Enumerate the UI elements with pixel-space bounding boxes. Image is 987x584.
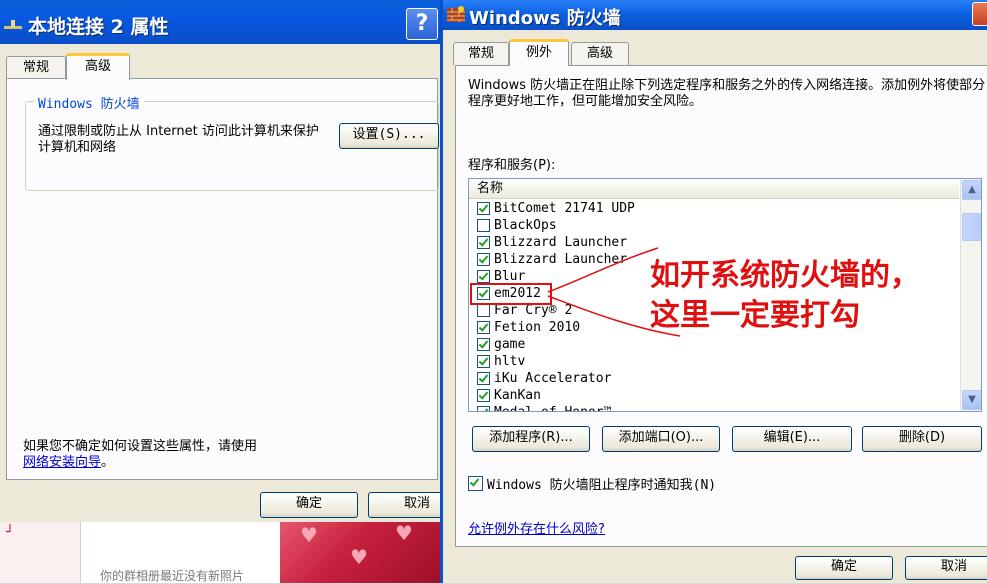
hint-text: 如果您不确定如何设置这些属性，请使用 网络安装向导。 xyxy=(23,439,257,471)
delete-button[interactable]: 删除(D) xyxy=(862,426,982,452)
program-checkbox[interactable] xyxy=(477,355,490,368)
hint-label: 如果您不确定如何设置这些属性，请使用 xyxy=(23,439,258,454)
tab-exceptions[interactable]: 例外 xyxy=(509,39,569,66)
heart-icon: ♥ xyxy=(395,521,413,545)
program-checkbox[interactable] xyxy=(477,321,490,334)
notify-label: Windows 防火墙阻止程序时通知我(N) xyxy=(487,478,717,493)
connection-properties-window: 本地连接 2 属性 ? 常规 高级 Windows 防火墙 通过限制或防止从 I… xyxy=(0,0,466,522)
program-name: hltv xyxy=(494,354,526,369)
notify-checkbox[interactable] xyxy=(468,476,483,491)
network-icon xyxy=(4,20,22,29)
hint-end: 。 xyxy=(101,455,115,470)
title-bar[interactable]: Windows 防火墙 xyxy=(443,0,987,30)
list-item[interactable]: Medal of Honor™ xyxy=(469,404,959,411)
red-mark: ┘ xyxy=(6,525,14,540)
notify-option[interactable]: Windows 防火墙阻止程序时通知我(N) xyxy=(468,474,716,493)
background-page: ┘ 你的群相册最近没有新照片 ♥ ♥ ♥ xyxy=(0,515,440,583)
scroll-up-icon[interactable]: ▲ xyxy=(962,180,981,200)
background-photo: ♥ ♥ ♥ xyxy=(280,515,440,583)
firewall-icon xyxy=(447,6,465,22)
list-item[interactable]: iKu Accelerator xyxy=(469,370,959,387)
help-button[interactable]: ? xyxy=(406,8,438,40)
exceptions-risk-link[interactable]: 允许例外存在什么风险? xyxy=(468,518,605,537)
programs-label: 程序和服务(P): xyxy=(468,158,556,173)
heart-icon: ♥ xyxy=(300,523,318,547)
program-checkbox[interactable] xyxy=(477,270,490,283)
tab-advanced[interactable]: 高级 xyxy=(66,53,130,80)
title-bar[interactable]: 本地连接 2 属性 ? xyxy=(0,0,444,44)
program-checkbox[interactable] xyxy=(477,219,490,232)
list-item[interactable]: BitComet 21741 UDP xyxy=(469,200,959,217)
program-name: Blur xyxy=(494,269,526,284)
scroll-thumb[interactable] xyxy=(962,213,981,241)
settings-button[interactable]: 设置(S)... xyxy=(339,123,439,149)
exceptions-description: Windows 防火墙正在阻止除下列选定程序和服务之外的传入网络连接。添加例外将… xyxy=(468,78,986,109)
program-checkbox[interactable] xyxy=(477,202,490,215)
annotation-line-1: 如开系统防火墙的， xyxy=(650,258,920,293)
edit-button[interactable]: 编辑(E)... xyxy=(732,426,852,452)
program-name: iKu Accelerator xyxy=(494,371,612,386)
program-name: Medal of Honor™ xyxy=(494,405,611,411)
list-item[interactable]: hltv xyxy=(469,353,959,370)
advanced-panel: Windows 防火墙 通过限制或防止从 Internet 访问此计算机来保护计… xyxy=(6,78,439,480)
program-checkbox[interactable] xyxy=(477,304,490,317)
window-title: 本地连接 2 属性 xyxy=(28,16,169,38)
program-checkbox[interactable] xyxy=(477,253,490,266)
list-item[interactable]: KanKan xyxy=(469,387,959,404)
album-notice: 你的群相册最近没有新照片 xyxy=(100,569,245,583)
column-header-name[interactable]: 名称 xyxy=(469,179,959,199)
program-checkbox[interactable] xyxy=(477,389,490,402)
group-description: 通过限制或防止从 Internet 访问此计算机来保护计算机和网络 xyxy=(38,124,319,155)
tab-general[interactable]: 常规 xyxy=(453,42,509,65)
heart-icon: ♥ xyxy=(350,545,368,569)
ok-button[interactable]: 确定 xyxy=(795,556,893,580)
window-title: Windows 防火墙 xyxy=(469,8,621,29)
program-name: KanKan xyxy=(494,388,541,403)
group-title: Windows 防火墙 xyxy=(34,93,144,112)
program-checkbox[interactable] xyxy=(477,406,490,411)
vertical-scrollbar[interactable]: ▲ ▼ xyxy=(960,179,981,411)
tab-general[interactable]: 常规 xyxy=(6,56,66,79)
background-sidebar: ┘ xyxy=(0,515,81,583)
tab-advanced[interactable]: 高级 xyxy=(571,42,629,65)
list-item[interactable]: BlackOps xyxy=(469,217,959,234)
annotation-line-2: 这里一定要打勾 xyxy=(650,298,860,333)
program-checkbox[interactable] xyxy=(477,372,490,385)
annotation-text: 如开系统防火墙的， 这里一定要打勾 xyxy=(650,256,920,336)
network-wizard-link[interactable]: 网络安装向导 xyxy=(23,455,101,470)
scroll-down-icon[interactable]: ▼ xyxy=(962,390,981,410)
program-checkbox[interactable] xyxy=(477,338,490,351)
add-program-button[interactable]: 添加程序(R)... xyxy=(472,426,590,452)
program-name: BitComet 21741 UDP xyxy=(494,201,635,216)
ok-button[interactable]: 确定 xyxy=(260,492,358,518)
cancel-button[interactable]: 取消 xyxy=(905,556,987,580)
close-button[interactable] xyxy=(972,2,987,26)
add-port-button[interactable]: 添加端口(O)... xyxy=(602,426,720,452)
program-name: game xyxy=(494,337,526,352)
program-checkbox[interactable] xyxy=(477,236,490,249)
program-name: BlackOps xyxy=(494,218,557,233)
